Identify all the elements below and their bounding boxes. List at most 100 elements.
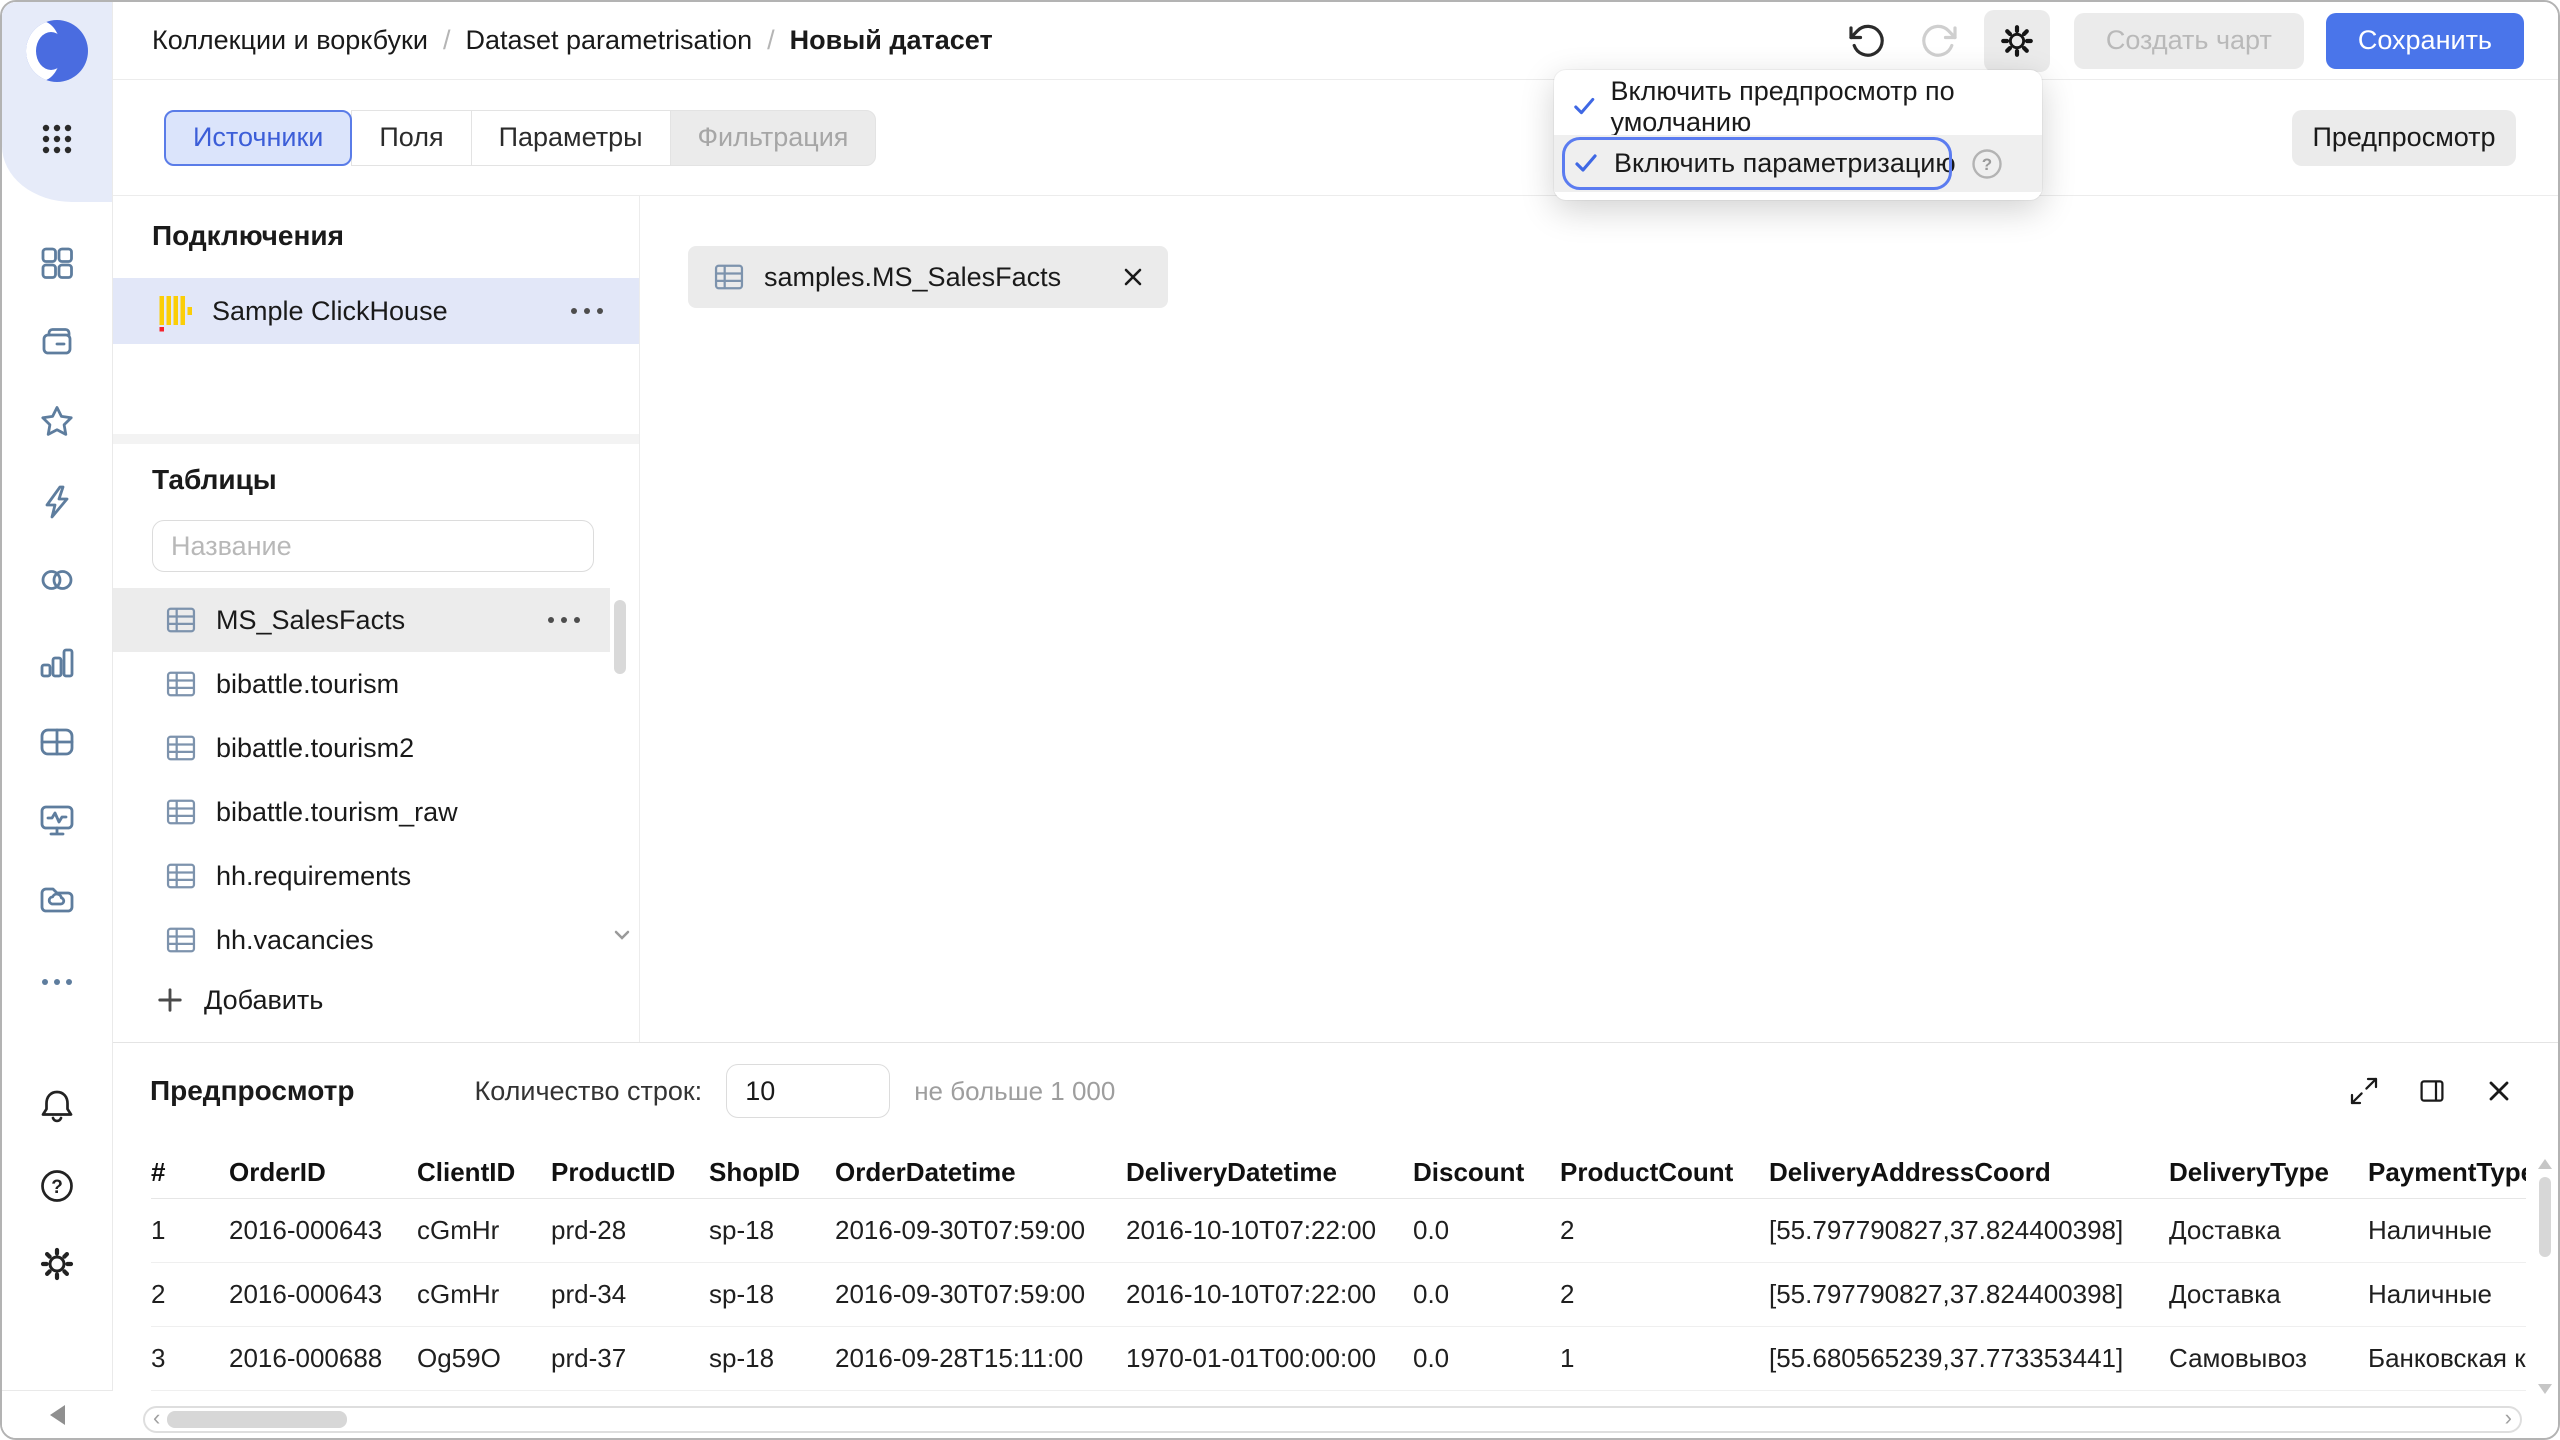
add-table-button[interactable]: Добавить bbox=[113, 972, 323, 1028]
svg-text:?: ? bbox=[1981, 155, 1991, 174]
preview-actions bbox=[2348, 1075, 2558, 1107]
scroll-right-icon[interactable]: › bbox=[2505, 1405, 2512, 1431]
tab-sources[interactable]: Источники bbox=[164, 110, 352, 166]
rows-count-input[interactable] bbox=[726, 1064, 890, 1118]
help-circle-icon[interactable]: ? bbox=[1970, 147, 2004, 181]
table-cell: sp-18 bbox=[709, 1215, 835, 1246]
vertical-scrollbar-thumb[interactable] bbox=[2539, 1177, 2551, 1257]
table-cell: sp-18 bbox=[709, 1343, 835, 1374]
table-row: 2 2016-000643 cGmHr prd-34 sp-18 2016-09… bbox=[151, 1263, 2526, 1327]
scroll-up-icon[interactable] bbox=[2538, 1159, 2552, 1169]
table-cell: Банковская карта bbox=[2368, 1343, 2526, 1374]
column-header: DeliveryAddressCoord bbox=[1769, 1157, 2169, 1188]
table-list-item[interactable]: MS_SalesFacts bbox=[113, 588, 610, 652]
table-row: 1 2016-000643 cGmHr prd-28 sp-18 2016-09… bbox=[151, 1199, 2526, 1263]
collapse-arrow-icon bbox=[50, 1405, 65, 1425]
save-button[interactable]: Сохранить bbox=[2326, 13, 2524, 69]
breadcrumb-collections[interactable]: Коллекции и воркбуки bbox=[152, 25, 428, 56]
rows-count-label: Количество строк: bbox=[474, 1076, 702, 1107]
table-search bbox=[152, 520, 594, 572]
close-preview-icon[interactable] bbox=[2484, 1076, 2514, 1106]
editor-bolt-icon[interactable] bbox=[35, 480, 79, 524]
scroll-left-icon[interactable]: ‹ bbox=[153, 1405, 160, 1431]
collapse-sidebar-button[interactable] bbox=[2, 1390, 113, 1438]
table-cell: Наличные bbox=[2368, 1279, 2526, 1310]
tables-list-scroll-down-icon[interactable] bbox=[612, 928, 632, 942]
table-cell: 2016-09-28T15:11:00 bbox=[835, 1343, 1126, 1374]
table-cell: cGmHr bbox=[417, 1215, 551, 1246]
table-name: bibattle.tourism bbox=[216, 669, 399, 700]
storage-folder-icon[interactable] bbox=[35, 878, 79, 922]
table-list-item[interactable]: bibattle.tourism_raw bbox=[113, 780, 610, 844]
menu-item-default-preview[interactable]: Включить предпросмотр по умолчанию bbox=[1554, 78, 2042, 135]
remove-source-icon[interactable] bbox=[1120, 264, 1146, 290]
connection-item-sample-clickhouse[interactable]: Sample ClickHouse bbox=[113, 278, 639, 344]
datasets-table-icon[interactable] bbox=[35, 720, 79, 764]
more-dots-icon[interactable] bbox=[35, 960, 79, 1004]
menu-item-parametrization[interactable]: Включить параметризацию ? bbox=[1554, 135, 2042, 192]
notifications-bell-icon[interactable] bbox=[35, 1084, 79, 1128]
breadcrumb-separator: / bbox=[767, 25, 775, 56]
horizontal-scrollbar-thumb[interactable] bbox=[167, 1411, 347, 1428]
datalens-logo[interactable] bbox=[25, 19, 89, 83]
scroll-down-icon[interactable] bbox=[2538, 1384, 2552, 1394]
rows-count-hint: не больше 1 000 bbox=[914, 1076, 1115, 1107]
dataset-settings-gear-button[interactable] bbox=[1984, 10, 2050, 72]
table-cell: [55.797790827,37.824400398] bbox=[1769, 1215, 2169, 1246]
breadcrumb-workbook[interactable]: Dataset parametrisation bbox=[465, 25, 752, 56]
table-icon bbox=[162, 857, 200, 895]
table-cell: 1 bbox=[151, 1215, 229, 1246]
table-icon bbox=[162, 729, 200, 767]
connections-title: Подключения bbox=[152, 220, 344, 252]
svg-text:?: ? bbox=[51, 1177, 63, 1198]
column-header: DeliveryDatetime bbox=[1126, 1157, 1413, 1188]
table-cell: 1 bbox=[1560, 1343, 1769, 1374]
table-name: hh.requirements bbox=[216, 861, 411, 892]
favorites-star-icon[interactable] bbox=[35, 400, 79, 444]
squares-icon[interactable] bbox=[35, 241, 79, 285]
charts-bars-icon[interactable] bbox=[35, 640, 79, 684]
side-panel-icon[interactable] bbox=[2416, 1075, 2448, 1107]
table-list-item[interactable]: bibattle.tourism bbox=[113, 652, 610, 716]
collections-folders-icon[interactable] bbox=[35, 320, 79, 364]
connections-circles-icon[interactable] bbox=[35, 558, 79, 602]
undo-icon[interactable] bbox=[1848, 21, 1888, 61]
table-name: hh.vacancies bbox=[216, 925, 374, 956]
column-header: OrderDatetime bbox=[835, 1157, 1126, 1188]
tables-list-scrollbar[interactable] bbox=[614, 600, 626, 674]
breadcrumb-current: Новый датасет bbox=[790, 25, 993, 56]
table-list-item[interactable]: bibattle.tourism2 bbox=[113, 716, 610, 780]
preview-title: Предпросмотр bbox=[150, 1075, 354, 1107]
expand-preview-icon[interactable] bbox=[2348, 1075, 2380, 1107]
horizontal-scrollbar[interactable]: ‹ › bbox=[143, 1406, 2522, 1433]
table-cell: 0.0 bbox=[1413, 1215, 1560, 1246]
column-header: DeliveryType bbox=[2169, 1157, 2368, 1188]
help-question-icon[interactable]: ? bbox=[35, 1164, 79, 1208]
tab-filtering: Фильтрация bbox=[670, 110, 877, 166]
vertical-scrollbar[interactable] bbox=[2537, 1151, 2553, 1394]
source-table-chip[interactable]: samples.MS_SalesFacts bbox=[688, 246, 1168, 308]
column-header: ProductCount bbox=[1560, 1157, 1769, 1188]
tab-fields[interactable]: Поля bbox=[351, 110, 471, 166]
table-cell: Наличные bbox=[2368, 1215, 2526, 1246]
monitoring-screen-icon[interactable] bbox=[35, 798, 79, 842]
preview-table: # OrderID ClientID ProductID ShopID Orde… bbox=[151, 1147, 2526, 1391]
settings-gear-icon[interactable] bbox=[35, 1242, 79, 1286]
table-cell: 2016-10-10T07:22:00 bbox=[1126, 1215, 1413, 1246]
preview-toggle-button[interactable]: Предпросмотр bbox=[2292, 110, 2516, 166]
table-more-icon[interactable] bbox=[548, 617, 580, 623]
table-cell: cGmHr bbox=[417, 1279, 551, 1310]
apps-grid-icon[interactable] bbox=[35, 117, 79, 161]
table-cell: 2016-000643 bbox=[229, 1215, 417, 1246]
column-header: PaymentType bbox=[2368, 1157, 2526, 1188]
top-actions: Создать чарт Сохранить bbox=[1848, 10, 2524, 72]
table-cell: prd-34 bbox=[551, 1279, 709, 1310]
table-list-item[interactable]: hh.vacancies bbox=[113, 908, 610, 972]
table-cell: 2 bbox=[1560, 1215, 1769, 1246]
table-search-input[interactable] bbox=[152, 520, 594, 572]
table-cell: Доставка bbox=[2169, 1279, 2368, 1310]
connection-more-icon[interactable] bbox=[571, 308, 603, 314]
table-list-item[interactable]: hh.requirements bbox=[113, 844, 610, 908]
tab-parameters[interactable]: Параметры bbox=[471, 110, 671, 166]
table-cell: 0.0 bbox=[1413, 1343, 1560, 1374]
